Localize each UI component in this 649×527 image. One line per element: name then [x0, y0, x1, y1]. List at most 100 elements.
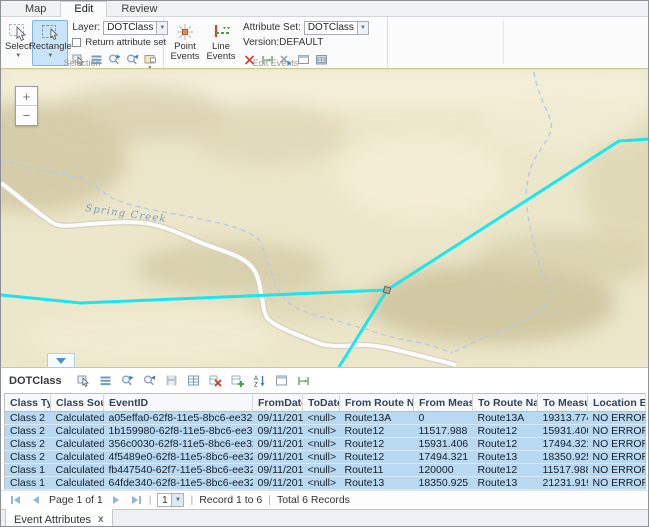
table-cell: Calculated — [51, 438, 104, 451]
table-row[interactable]: Class 1Calculatedfb447540-62f7-11e5-8bc6… — [5, 464, 646, 477]
table-row[interactable]: Class 1Calculated64fde340-62f8-11e5-8bc6… — [5, 477, 646, 490]
sort-icon[interactable]: AZ — [253, 374, 266, 387]
layer-label: Layer: — [72, 22, 100, 33]
attribute-set-dropdown-icon[interactable]: ▼ — [357, 21, 369, 35]
table-cell: <null> — [303, 425, 340, 438]
zoom-to-selection-icon[interactable] — [121, 374, 134, 387]
table-row[interactable]: Class 2Calculated1b159980-62f8-11e5-8bc6… — [5, 425, 646, 438]
column-header[interactable]: Class Type — [5, 394, 51, 412]
pagination-bar: Page 1 of 1 | 1 ▼ | Record 1 to 6 | Tota… — [1, 490, 648, 509]
table-row[interactable]: Class 2Calculated4f5489e0-62f8-11e5-8bc6… — [5, 451, 646, 464]
edit-events-group-label: Edit Events — [164, 58, 387, 68]
tab-review[interactable]: Review — [107, 1, 171, 17]
column-header[interactable]: ToDate — [303, 394, 340, 412]
table-cell: Route12 — [340, 425, 414, 438]
svg-text:Z: Z — [254, 383, 258, 388]
table-cell: 09/11/2015 — [253, 477, 303, 490]
point-events-icon — [174, 22, 196, 42]
table-cell: Route12 — [473, 425, 538, 438]
measure-icon[interactable] — [297, 374, 310, 387]
table-cell: 09/11/2015 — [253, 464, 303, 477]
table-cell: fb447540-62f7-11e5-8bc6-ee32641d5ec9 — [104, 464, 253, 477]
table-cell: Class 2 — [5, 412, 51, 425]
attribute-set-combobox[interactable]: DOTClass ▼ — [304, 21, 369, 35]
delete-record-icon[interactable] — [209, 374, 222, 387]
column-header[interactable]: Class Source — [51, 394, 104, 412]
table-cell: Route13 — [473, 477, 538, 490]
last-page-button[interactable] — [129, 494, 143, 506]
table-cell: 11517.988 — [538, 464, 588, 477]
column-header[interactable]: To Measure — [538, 394, 588, 412]
table-cell: <null> — [303, 464, 340, 477]
table-cell: 21231.919 — [538, 477, 588, 490]
tab-event-attributes[interactable]: Event Attributes x — [5, 509, 113, 527]
select-features-icon[interactable] — [77, 374, 90, 387]
route-junction-marker[interactable] — [383, 286, 391, 294]
table-row[interactable]: Class 2Calculated356c0030-62f8-11e5-8bc6… — [5, 438, 646, 451]
rectangle-tool-icon — [39, 22, 61, 42]
tab-map[interactable]: Map — [11, 1, 60, 17]
tab-edit[interactable]: Edit — [60, 1, 107, 17]
table-cell: 09/11/2015 — [253, 425, 303, 438]
form-view-icon[interactable] — [275, 374, 288, 387]
bottom-tab-bar: Event Attributes x — [1, 509, 648, 527]
add-record-icon[interactable] — [231, 374, 244, 387]
table-cell: Route13A — [340, 412, 414, 425]
previous-page-button[interactable] — [29, 494, 43, 506]
column-header[interactable]: From Measure — [414, 394, 473, 412]
ribbon: Select ▼ Rectangle ▼ Layer: DOTClass ▼ — [1, 17, 648, 69]
column-header[interactable]: EventID — [104, 394, 253, 412]
close-tab-icon[interactable]: x — [98, 514, 104, 525]
table-cell: Route12 — [340, 451, 414, 464]
page-select-dropdown-icon[interactable]: ▼ — [172, 493, 184, 507]
svg-text:A: A — [254, 376, 258, 382]
table-cell: Class 2 — [5, 451, 51, 464]
column-header[interactable]: FromDate — [253, 394, 303, 412]
column-header[interactable]: Location Error — [588, 394, 646, 412]
table-cell: 09/11/2015 — [253, 412, 303, 425]
record-range-label: Record 1 to 6 — [199, 494, 262, 506]
pager-separator: | — [149, 494, 152, 506]
table-title: DOTClass — [9, 375, 62, 387]
first-page-button[interactable] — [9, 494, 23, 506]
next-page-button[interactable] — [109, 494, 123, 506]
table-cell: a05effa0-62f8-11e5-8bc6-ee32641d5ec9 — [104, 412, 253, 425]
save-icon[interactable] — [165, 374, 178, 387]
column-header[interactable]: From Route Name — [340, 394, 414, 412]
table-row[interactable]: Class 2Calculateda05effa0-62f8-11e5-8bc6… — [5, 412, 646, 425]
page-label: Page 1 of 1 — [49, 494, 103, 506]
table-cell: Calculated — [51, 451, 104, 464]
attributes-list-icon[interactable] — [99, 374, 112, 387]
table-cell: <null> — [303, 412, 340, 425]
table-cell: 0 — [414, 412, 473, 425]
table-cell: Calculated — [51, 412, 104, 425]
page-select[interactable]: 1 ▼ — [157, 493, 184, 507]
event-attributes-panel: DOTClass AZ Class TypeClass SourceEventI… — [1, 367, 648, 527]
table-cell: <null> — [303, 451, 340, 464]
table-cell: Class 1 — [5, 477, 51, 490]
zoom-in-button[interactable]: + — [16, 87, 37, 106]
total-records-label: Total 6 Records — [277, 494, 350, 506]
table-cell: NO ERROR — [588, 425, 646, 438]
grid-view-icon[interactable] — [187, 374, 200, 387]
table-cell: 15931.406 — [414, 438, 473, 451]
table-cell: Calculated — [51, 477, 104, 490]
table-header-row: Class TypeClass SourceEventIDFromDateToD… — [5, 394, 646, 412]
table-cell: Route13 — [340, 477, 414, 490]
zoom-out-button[interactable]: − — [16, 106, 37, 125]
table-cell: 17494.321 — [414, 451, 473, 464]
collapse-arrow-icon — [56, 358, 66, 364]
layer-value: DOTClass — [103, 21, 156, 35]
table-toolbar: DOTClass AZ — [1, 368, 648, 393]
basemap: Spring Creek — [1, 70, 648, 367]
pan-to-selection-icon[interactable] — [143, 374, 156, 387]
selection-group: Select ▼ Rectangle ▼ Layer: DOTClass ▼ — [1, 17, 164, 68]
table-cell: Route12 — [473, 438, 538, 451]
map-view[interactable]: Spring Creek + − — [1, 69, 648, 367]
line-events-icon — [210, 22, 232, 42]
column-header[interactable]: To Route Name — [473, 394, 538, 412]
table-cell: Calculated — [51, 464, 104, 477]
return-attribute-set-checkbox[interactable] — [72, 38, 81, 47]
layer-combobox[interactable]: DOTClass ▼ — [103, 21, 168, 35]
panel-collapse-button[interactable] — [47, 353, 75, 367]
